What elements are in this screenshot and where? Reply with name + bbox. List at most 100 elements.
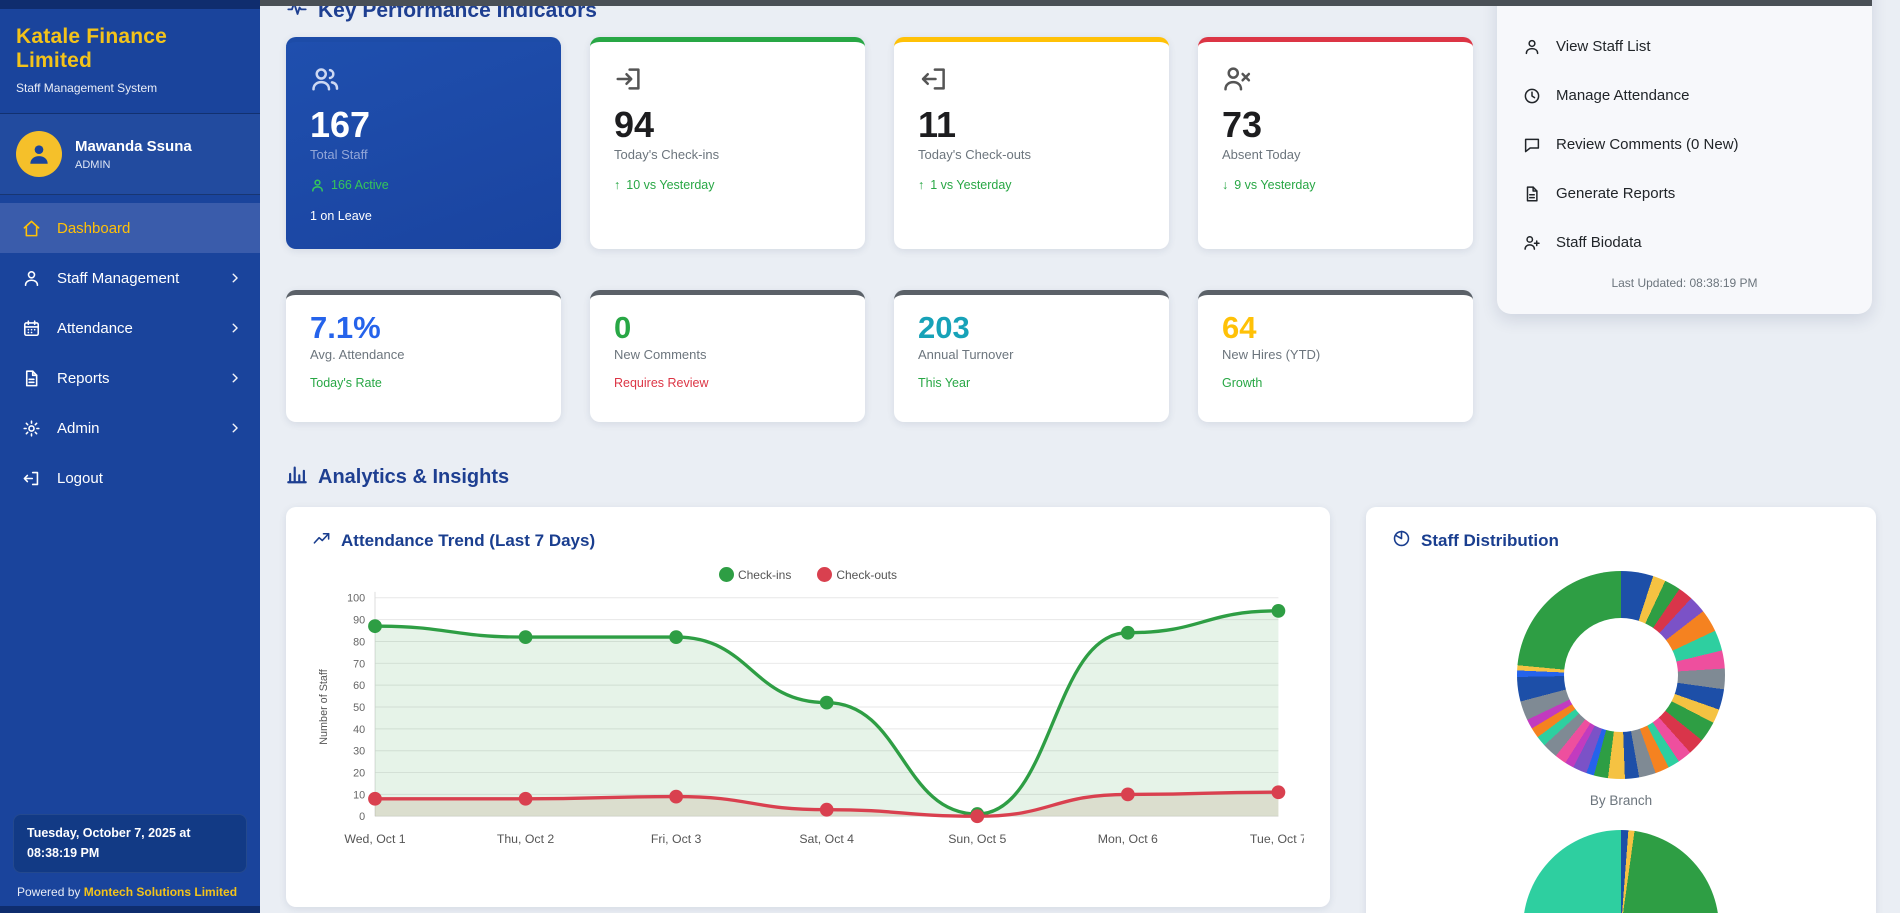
quick-action-label: Review Comments (0 New) [1556,136,1739,153]
kpi-label: Today's Check-ins [614,146,720,162]
metric-label: Annual Turnover [918,347,1014,363]
svg-text:80: 80 [353,636,365,648]
person-icon [1523,38,1541,56]
kpi-card-total-staff[interactable]: 167 Total Staff 166 Active 1 on Leave [286,37,561,249]
powered-by: Powered by Montech Solutions Limited [13,885,247,899]
last-updated: Last Updated: 08:38:19 PM [1611,276,1758,290]
kpi-change: ↓ 9 vs Yesterday [1222,177,1316,192]
sidebar-item-reports[interactable]: Reports [0,353,260,403]
trend-title: Attendance Trend (Last 7 Days) [312,529,1304,553]
analytics-grid: Attendance Trend (Last 7 Days) Check-ins… [286,507,1876,913]
powered-prefix: Powered by [17,885,84,899]
kpi-label: Today's Check-outs [918,146,1032,162]
sidebar-item-label: Staff Management [57,269,180,287]
user-info: Mawanda Ssuna ADMIN [75,138,192,171]
quick-action-generate-reports[interactable]: Generate Reports [1497,169,1872,218]
kpi-card-absent-today[interactable]: 73 Absent Today ↓ 9 vs Yesterday [1198,37,1473,249]
metric-value: 0 [614,310,632,345]
quick-action-view-staff-list[interactable]: View Staff List [1497,22,1872,71]
quick-actions-panel: Quick Actions View Staff List Manage Att… [1497,0,1872,314]
secondary-pie-chart [1523,830,1719,913]
quick-action-manage-attendance[interactable]: Manage Attendance [1497,71,1872,120]
svg-text:10: 10 [353,789,365,801]
user-role: ADMIN [75,158,111,171]
donut-hole [1564,618,1678,732]
quick-action-staff-biodata[interactable]: Staff Biodata [1497,218,1872,267]
analytics-section: Analytics & Insights Attendance Trend (L… [286,463,1876,913]
trend-legend: Check-ins Check-outs [312,567,1304,582]
attendance-trend-chart: 0 10 20 30 40 50 60 70 80 90 100 Wed, Oct 1 Thu, Oct… [318,591,1304,846]
kpi-active-text: 166 Active [310,178,537,193]
svg-text:Sun, Oct 5: Sun, Oct 5 [948,832,1006,846]
metric-label: Avg. Attendance [310,347,405,363]
svg-text:40: 40 [353,724,365,736]
quick-action-label: Manage Attendance [1556,87,1690,104]
sidebar-item-label: Reports [57,369,110,387]
metric-note: Growth [1222,376,1263,391]
metric-card-avg-attendance[interactable]: 7.1% Avg. Attendance Today's Rate [286,290,561,422]
kpi-value: 73 [1222,104,1263,145]
gear-icon [22,419,41,438]
svg-text:Thu, Oct 2: Thu, Oct 2 [497,832,555,846]
analytics-heading: Analytics & Insights [286,463,1876,491]
sidebar-item-dashboard[interactable]: Dashboard [0,203,260,253]
sidebar-item-label: Attendance [57,319,133,337]
sidebar-item-staff-management[interactable]: Staff Management [0,253,260,303]
sidebar-item-logout[interactable]: Logout [0,453,260,503]
sidebar-item-label: Dashboard [57,219,131,237]
kpi-card-today-s-check-ins[interactable]: 94 Today's Check-ins ↑ 10 vs Yesterday [590,37,865,249]
app-title: Katale Finance Limited [16,25,168,72]
trend-up-icon [312,529,331,553]
sidebar-item-admin[interactable]: Admin [0,403,260,453]
svg-text:0: 0 [359,811,365,823]
svg-text:90: 90 [353,615,365,627]
donut-wrap: By Branch [1392,571,1850,808]
attendance-trend-card: Attendance Trend (Last 7 Days) Check-ins… [286,507,1330,907]
kpi-value: 94 [614,104,655,145]
legend-item-check-ins[interactable]: Check-ins [718,567,791,582]
datetime-box: Tuesday, October 7, 2025 at 08:38:19 PM [13,814,247,873]
staff-distribution-card: Staff Distribution By Branch [1366,507,1876,913]
analytics-heading-text: Analytics & Insights [318,465,510,488]
app-subtitle: Staff Management System [16,81,158,95]
metric-card-annual-turnover[interactable]: 203 Annual Turnover This Year [894,290,1169,422]
sidebar: Katale Finance Limited Staff Management … [0,0,260,913]
svg-text:60: 60 [353,680,365,692]
avatar [16,131,62,177]
legend-item-check-outs[interactable]: Check-outs [817,567,897,582]
clock-icon [1523,87,1541,105]
svg-text:50: 50 [353,702,365,714]
metric-label: New Comments [614,347,707,363]
metric-value: 64 [1222,310,1257,345]
calendar-icon [22,319,41,338]
kpi-label: Total Staff [310,146,368,162]
metric-value: 7.1% [310,310,381,345]
file-icon [22,369,41,388]
chevron-right-icon [228,321,242,335]
arrow-down-icon: ↓ [1222,177,1229,192]
quick-action-review-comments-0-new-[interactable]: Review Comments (0 New) [1497,120,1872,169]
svg-text:Tue, Oct 7: Tue, Oct 7 [1250,832,1304,846]
metric-note: This Year [918,376,971,391]
kpi-value: 167 [310,104,371,145]
kpi-change: ↑ 10 vs Yesterday [614,177,715,192]
file-icon [1523,185,1541,203]
powered-brand: Montech Solutions Limited [83,885,238,899]
app-root: Katale Finance Limited Staff Management … [0,0,1900,913]
chevron-right-icon [228,371,242,385]
metric-card-new-comments[interactable]: 0 New Comments Requires Review [590,290,865,422]
sidebar-bottom-strip [0,906,260,913]
pie-chart-icon [1392,529,1411,553]
distribution-title-text: Staff Distribution [1421,531,1559,550]
person-check-icon [310,178,325,193]
chevron-right-icon [228,421,242,435]
kpi-card-today-s-check-outs[interactable]: 11 Today's Check-outs ↑ 1 vs Yesterday [894,37,1169,249]
sidebar-footer: Tuesday, October 7, 2025 at 08:38:19 PM … [0,814,260,899]
people-icon [310,64,340,94]
donut-label: By Branch [1589,793,1653,808]
sidebar-item-attendance[interactable]: Attendance [0,303,260,353]
sidebar-item-label: Logout [57,469,103,487]
metric-card-new-hires-ytd-[interactable]: 64 New Hires (YTD) Growth [1198,290,1473,422]
sidebar-top-strip [0,0,260,9]
svg-text:Sat, Oct 4: Sat, Oct 4 [799,832,854,846]
